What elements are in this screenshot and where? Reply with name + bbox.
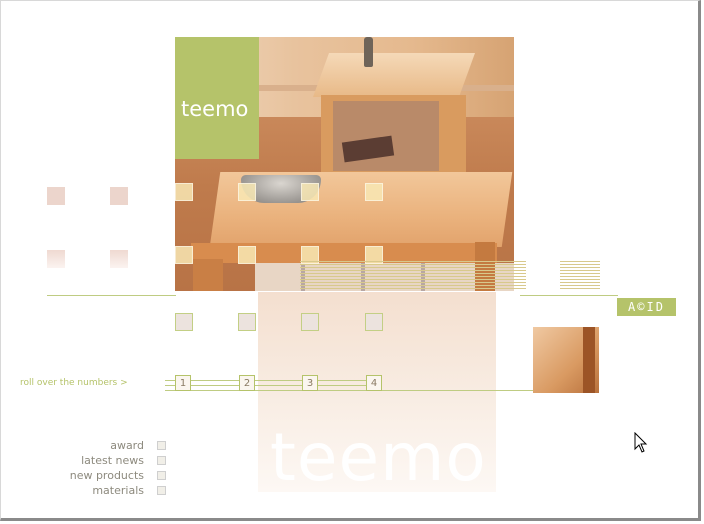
menu-item-materials[interactable]: materials (92, 484, 144, 497)
menu-bullet-icon (157, 486, 166, 495)
number-button-1[interactable]: 1 (175, 375, 191, 391)
menu-item-new-products[interactable]: new products (70, 469, 144, 482)
brand-name: teemo (181, 97, 249, 121)
rollover-hint: roll over the numbers > (20, 378, 128, 388)
divider-line (165, 380, 382, 381)
decor-stripes (300, 261, 526, 291)
decor-square (110, 187, 128, 205)
decor-square (365, 313, 383, 331)
mouse-cursor-icon (634, 432, 648, 453)
product-thumbnail (533, 327, 599, 393)
divider-line (47, 295, 176, 296)
divider-line (165, 385, 382, 386)
decor-square (301, 313, 319, 331)
decor-square (365, 183, 383, 201)
number-button-4[interactable]: 4 (366, 375, 382, 391)
number-button-3[interactable]: 3 (302, 375, 318, 391)
decor-stripes (560, 261, 600, 291)
decor-square (175, 246, 193, 264)
decor-square (47, 187, 65, 205)
decor-square (175, 183, 193, 201)
menu-bullet-icon (157, 471, 166, 480)
decor-square (175, 313, 193, 331)
decor-square (301, 183, 319, 201)
decor-square (238, 246, 256, 264)
decor-square (238, 313, 256, 331)
decor-square (110, 250, 128, 268)
menu-bullet-icon (157, 441, 166, 450)
acid-logo[interactable]: A©ID (617, 298, 676, 316)
decor-square (47, 250, 65, 268)
decor-square (238, 183, 256, 201)
divider-line (165, 390, 535, 391)
menu-item-award[interactable]: award (110, 439, 144, 452)
menu-item-latest-news[interactable]: latest news (81, 454, 144, 467)
brand-reflection-text: teemo (270, 419, 487, 496)
menu-bullet-icon (157, 456, 166, 465)
number-button-2[interactable]: 2 (239, 375, 255, 391)
divider-line (520, 295, 618, 296)
